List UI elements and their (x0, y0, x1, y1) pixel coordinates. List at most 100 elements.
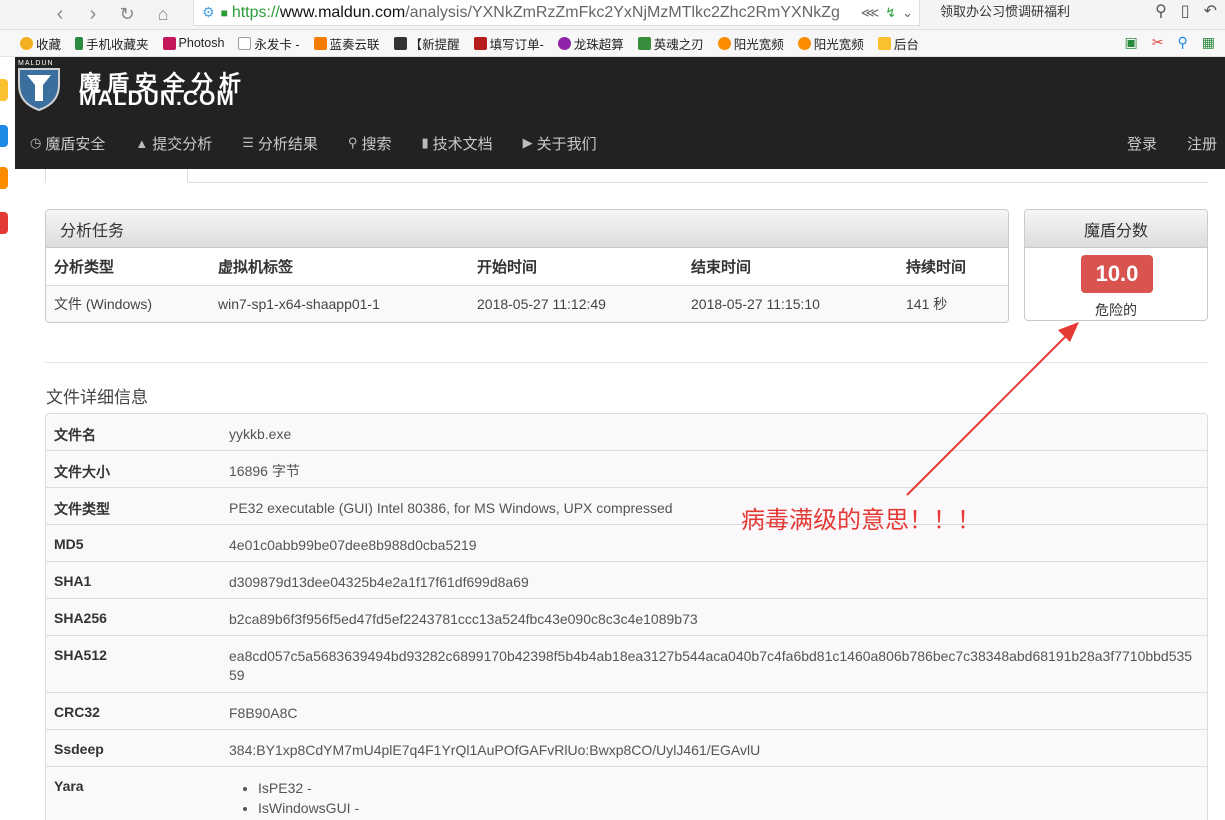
bookmark-item[interactable]: 蓝奏云联 (313, 34, 380, 53)
table-row: MD5 4e01c0abb99be07dee8b988d0cba5219 (46, 525, 1207, 562)
divider (45, 362, 1208, 363)
column-header: 虚拟机标签 (210, 248, 469, 286)
bookmark-item[interactable]: 英魂之刃 (637, 34, 704, 53)
row-value: d309879d13dee04325b4e2a1f17f61df699d8a69 (229, 574, 529, 590)
side-panel-strip (0, 57, 10, 820)
secure-lock-icon: ■ (220, 5, 228, 20)
extension-tools: ▣ ✂ ⚲ ▦ (1125, 34, 1215, 51)
forward-button[interactable]: › (78, 0, 108, 28)
browser-address-bar: ‹ › ↻ ⌂ ⚙ ■ https://www.maldun.com/analy… (0, 0, 1225, 30)
table-row: Yara IsPE32 - IsWindowsGUI - (46, 767, 1207, 820)
home-button[interactable]: ⌂ (148, 0, 178, 28)
sidebar-app-icon[interactable] (0, 125, 8, 147)
nav-label: 提交分析 (152, 135, 213, 153)
phone-icon[interactable]: ▯ (1181, 1, 1190, 21)
gamepad-icon[interactable]: ▦ (1202, 34, 1215, 51)
list-item: IsPE32 - (258, 778, 1199, 798)
bookmark-item[interactable]: 永发卡 - (238, 34, 300, 53)
nav-item-results[interactable]: ☰ 分析结果 (227, 133, 333, 154)
row-key: CRC32 (54, 704, 100, 720)
site-icon (162, 36, 176, 50)
row-key: Ssdeep (54, 741, 104, 757)
score-badge: 10.0 (1081, 255, 1153, 293)
flag-icon (313, 36, 327, 50)
site-header: MALDUN 魔盾安全分析 MALDUN.COM ◷ 魔盾安全 ▲ 提交分析 ☰ 分析… (15, 57, 1225, 169)
row-key: MD5 (54, 536, 84, 552)
site-icon (637, 36, 651, 50)
table-header-row: 分析类型 虚拟机标签 开始时间 结束时间 持续时间 (46, 248, 1008, 286)
panel-title: 分析任务 (46, 210, 1008, 248)
site-icon (557, 36, 571, 50)
result-tabs (45, 169, 1208, 183)
row-key: 文件大小 (54, 464, 110, 480)
row-key: SHA1 (54, 573, 92, 589)
bookmark-item[interactable]: 龙珠超算 (557, 34, 624, 53)
nav-item-docs[interactable]: ▮ 技术文档 (406, 133, 507, 154)
row-value: 4e01c0abb99be07dee8b988d0cba5219 (229, 537, 477, 553)
tab-active[interactable] (45, 169, 188, 183)
bookmark-item[interactable]: 后台 (877, 34, 919, 53)
bookmark-label: 阳光宽频 (813, 37, 864, 52)
row-value: 16896 字节 (229, 463, 300, 479)
nav-item-maldun[interactable]: ◷ 魔盾安全 (15, 133, 120, 154)
table-cell: 文件 (Windows) (46, 285, 210, 322)
bookmark-item[interactable]: 阳光宽频 (797, 34, 864, 53)
sidebar-app-icon[interactable] (0, 167, 8, 189)
table-row: SHA512 ea8cd057c5a5683639494bd93282c68991… (46, 636, 1207, 693)
url-tools: ⋘ ↯ ⌄ (854, 4, 919, 21)
sidebar-app-icon[interactable] (0, 212, 8, 234)
translate-icon[interactable]: ▣ (1125, 34, 1138, 51)
lightning-icon[interactable]: ↯ (885, 5, 896, 21)
sidebar-app-icon[interactable] (0, 79, 8, 101)
maldun-score-panel: 魔盾分数 10.0 危险的 (1024, 209, 1208, 321)
nav-item-about[interactable]: ▶ 关于我们 (508, 133, 612, 154)
row-value: IsPE32 - IsWindowsGUI - (220, 767, 1207, 820)
table-row: Ssdeep 384:BY1xp8CdYM7mU4plE7q4F1YrQl1AuP… (46, 730, 1207, 767)
annotation-text: 病毒满级的意思！！！ (741, 506, 981, 534)
register-link[interactable]: 注册 (1187, 133, 1217, 154)
nav-label: 分析结果 (257, 135, 318, 153)
chevron-down-icon[interactable]: ⌄ (902, 5, 913, 21)
row-value: yykkb.exe (229, 426, 292, 442)
bookmark-item[interactable]: 【新提醒 (393, 34, 460, 53)
column-header: 分析类型 (46, 248, 210, 286)
nav-item-search[interactable]: ⚲ 搜索 (333, 133, 407, 154)
nav-label: 关于我们 (536, 135, 597, 153)
bookmark-item[interactable]: Photosh (162, 36, 224, 50)
page-settings-icon[interactable]: ⚙ (202, 4, 215, 21)
undo-icon[interactable]: ↶ (1204, 1, 1217, 21)
mobile-icon (75, 36, 84, 50)
bookmark-item[interactable]: 阳光宽频 (717, 34, 784, 53)
nav-item-submit[interactable]: ▲ 提交分析 (120, 133, 227, 154)
reload-button[interactable]: ↻ (112, 0, 142, 28)
page-icon (238, 36, 252, 50)
nav-label: 技术文档 (432, 135, 493, 153)
magnifier-icon[interactable]: ⚲ (1178, 34, 1188, 51)
table-cell: 141 秒 (898, 285, 1008, 322)
row-value: ea8cd057c5a5683639494bd93282c6899170b423… (229, 648, 1193, 683)
search-icon[interactable]: ⚲ (1155, 1, 1167, 21)
login-link[interactable]: 登录 (1127, 133, 1157, 154)
promo-link[interactable]: 领取办公习惯调研福利 (940, 2, 1070, 28)
url-path: /analysis/YXNkZmRzZmFkc2YxNjMzMTlkc2Zhc2… (405, 3, 840, 21)
browser-tools: ⚲ ▯ ↶ (1155, 0, 1217, 22)
row-key: 文件类型 (54, 501, 110, 517)
scissors-icon[interactable]: ✂ (1152, 34, 1164, 51)
star-icon (20, 36, 33, 50)
url-input[interactable]: ⚙ ■ https://www.maldun.com/analysis/YXNk… (193, 0, 920, 26)
analysis-task-panel: 分析任务 分析类型 虚拟机标签 开始时间 结束时间 持续时间 文件 (Windo… (45, 209, 1009, 323)
back-button[interactable]: ‹ (45, 0, 75, 28)
table-cell: 2018-05-27 11:12:49 (469, 285, 683, 322)
bookmark-label: 永发卡 - (254, 37, 300, 52)
bookmark-item[interactable]: 手机收藏夹 (75, 34, 149, 53)
share-icon[interactable]: ⋘ (861, 5, 880, 21)
auth-links: 登录 注册 (1127, 127, 1217, 159)
url-scheme: https:// (231, 3, 280, 21)
task-table: 分析类型 虚拟机标签 开始时间 结束时间 持续时间 文件 (Windows) w… (46, 248, 1008, 322)
bookmark-item[interactable]: 收藏 (20, 34, 61, 53)
column-header: 结束时间 (683, 248, 898, 286)
row-key: 文件名 (54, 427, 96, 443)
bullhorn-icon: ▶ (522, 135, 533, 150)
bookmark-item[interactable]: 填写订单- (473, 34, 544, 53)
table-cell: 2018-05-27 11:15:10 (683, 285, 898, 322)
